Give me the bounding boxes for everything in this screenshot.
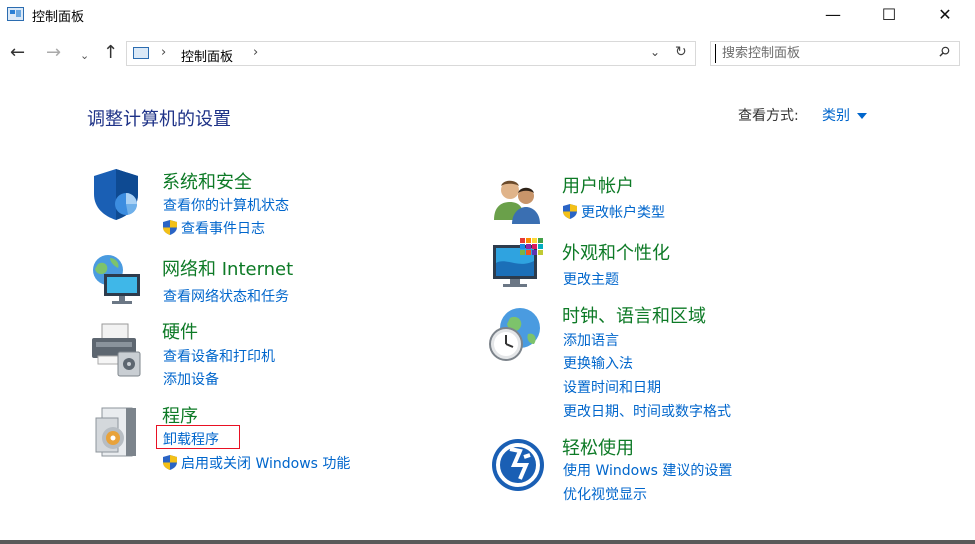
address-bar[interactable]: › 控制面板 › ⌄ ↻ <box>126 41 696 66</box>
breadcrumb-control-panel[interactable]: 控制面板 <box>181 46 233 65</box>
minimize-button[interactable]: — <box>810 0 856 30</box>
breadcrumb-chevron-icon[interactable]: › <box>253 45 258 60</box>
link-optimize-visual-display[interactable]: 优化视觉显示 <box>563 484 647 504</box>
link-add-device[interactable]: 添加设备 <box>163 369 219 389</box>
link-set-time-date[interactable]: 设置时间和日期 <box>563 377 661 397</box>
link-add-language[interactable]: 添加语言 <box>563 330 619 350</box>
category-clock-language-region[interactable]: 时钟、语言和区域 <box>562 302 706 328</box>
shield-icon[interactable] <box>88 166 144 222</box>
link-windows-features-row[interactable]: 启用或关闭 Windows 功能 <box>163 453 350 473</box>
refresh-icon[interactable]: ↻ <box>675 44 687 60</box>
recent-locations-chevron-icon[interactable]: ⌄ <box>80 45 89 67</box>
back-arrow-icon[interactable]: ← <box>10 42 25 64</box>
category-network-internet[interactable]: 网络和 Internet <box>162 255 293 281</box>
control-panel-icon <box>7 7 24 21</box>
link-use-recommended-settings[interactable]: 使用 Windows 建议的设置 <box>563 460 732 480</box>
caret-down-icon[interactable] <box>857 113 867 119</box>
link-change-input-method[interactable]: 更换输入法 <box>563 353 633 373</box>
ease-of-access-icon[interactable] <box>490 437 546 493</box>
users-icon[interactable] <box>490 174 546 230</box>
search-input[interactable] <box>715 44 938 63</box>
view-by-value[interactable]: 类别 <box>822 108 850 124</box>
title-bar: 控制面板 — ☐ ✕ <box>0 0 975 31</box>
uac-shield-icon <box>163 220 177 235</box>
uac-shield-icon <box>563 204 577 219</box>
category-user-accounts[interactable]: 用户帐户 <box>562 172 634 198</box>
link-change-account-type[interactable]: 更改帐户类型 <box>581 205 665 221</box>
control-panel-icon <box>133 47 149 59</box>
search-box[interactable] <box>710 41 960 66</box>
close-button[interactable]: ✕ <box>922 0 968 30</box>
link-change-account-type-row[interactable]: 更改帐户类型 <box>563 202 665 222</box>
link-view-event-log[interactable]: 查看事件日志 <box>181 221 265 237</box>
link-view-network-status[interactable]: 查看网络状态和任务 <box>163 286 289 306</box>
category-system-security[interactable]: 系统和安全 <box>162 168 252 194</box>
link-view-devices-printers[interactable]: 查看设备和打印机 <box>163 346 275 366</box>
category-appearance-personalization[interactable]: 外观和个性化 <box>562 239 670 265</box>
maximize-button[interactable]: ☐ <box>866 0 912 30</box>
monitor-palette-icon[interactable] <box>490 237 546 293</box>
category-hardware[interactable]: 硬件 <box>162 318 198 344</box>
view-by-label: 查看方式: <box>738 108 799 124</box>
uac-shield-icon <box>163 455 177 470</box>
up-arrow-icon[interactable]: ↑ <box>103 42 118 64</box>
window-bottom-edge <box>0 540 975 544</box>
link-change-theme[interactable]: 更改主题 <box>563 269 619 289</box>
printer-icon[interactable] <box>88 322 144 378</box>
forward-arrow-icon[interactable]: → <box>46 42 61 64</box>
link-turn-windows-features[interactable]: 启用或关闭 Windows 功能 <box>181 456 350 472</box>
search-icon[interactable] <box>939 46 950 57</box>
category-ease-of-access[interactable]: 轻松使用 <box>562 434 634 460</box>
window-title: 控制面板 <box>32 10 85 25</box>
link-view-event-log-row[interactable]: 查看事件日志 <box>163 218 265 238</box>
network-globe-icon[interactable] <box>88 252 144 308</box>
programs-disc-icon[interactable] <box>88 404 144 460</box>
link-view-computer-status[interactable]: 查看你的计算机状态 <box>163 195 289 215</box>
page-title: 调整计算机的设置 <box>87 109 231 130</box>
clock-globe-icon[interactable] <box>488 306 544 362</box>
view-by-dropdown[interactable]: 类别 <box>822 105 867 125</box>
link-uninstall-program[interactable]: 卸载程序 <box>163 429 219 449</box>
link-change-date-time-format[interactable]: 更改日期、时间或数字格式 <box>563 401 731 421</box>
breadcrumb-chevron-icon[interactable]: › <box>161 45 166 60</box>
address-dropdown-icon[interactable]: ⌄ <box>650 45 660 59</box>
